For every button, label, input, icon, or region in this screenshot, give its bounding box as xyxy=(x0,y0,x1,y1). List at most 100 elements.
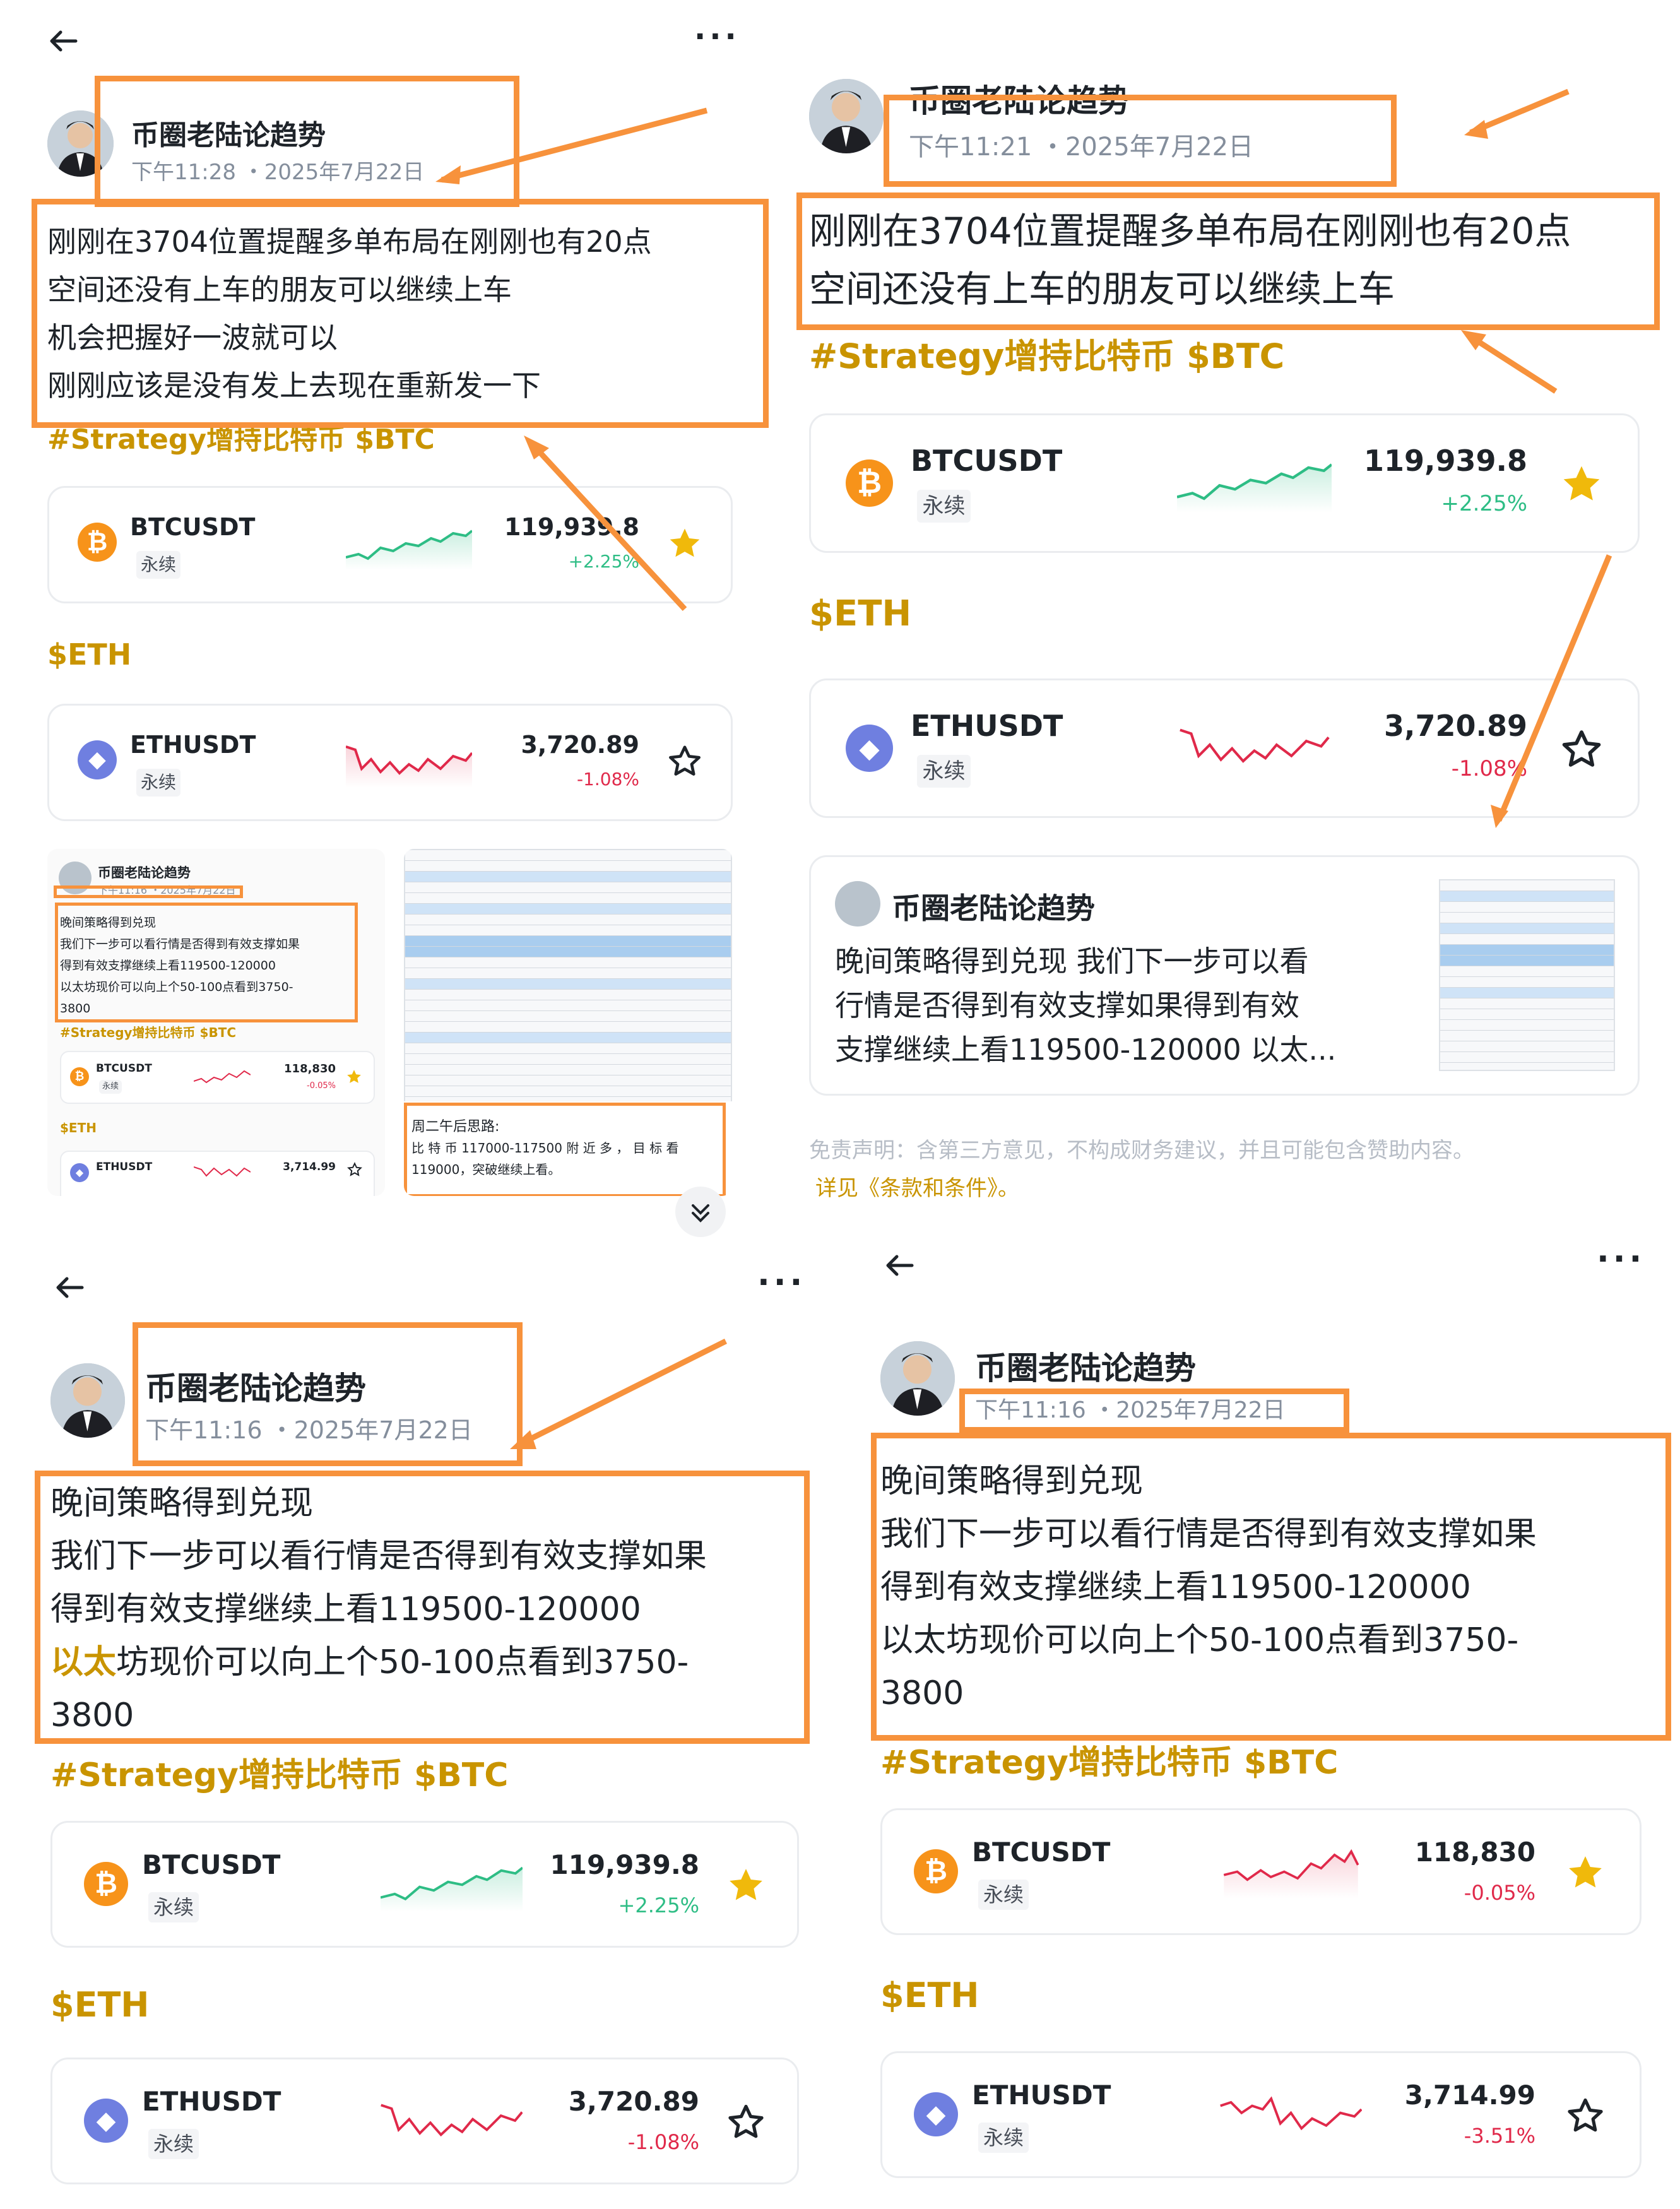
post-time: 下午11:16 ・2025年7月22日 xyxy=(98,884,236,896)
sparkline-chart xyxy=(381,1866,523,1912)
attached-image-sheet[interactable]: 周二午后思路: 比 特 币 117000-117500 附 近 多 ， 目 标 … xyxy=(404,849,732,1196)
eth-coin-icon: ◆ xyxy=(70,1163,89,1182)
ticker-card-eth[interactable]: ◆ ETHUSDT 永续 3,720.89 -1.08% xyxy=(47,704,733,821)
star-icon[interactable] xyxy=(1560,463,1603,506)
more-dots-icon[interactable]: ··· xyxy=(1597,1240,1645,1278)
hashtag-link[interactable]: #Strategy增持比特币 $BTC xyxy=(809,328,1284,378)
ticker-price: 119,939.8 xyxy=(550,1849,699,1880)
post-body-line: 得到有效支撑继续上看119500-120000 xyxy=(60,959,276,973)
sparkline-chart xyxy=(381,2104,523,2137)
back-arrow-icon[interactable] xyxy=(44,22,82,60)
post-body-line: 晚间策略得到兑现 xyxy=(50,1484,314,1522)
star-outline-icon[interactable] xyxy=(1560,728,1603,771)
attached-image-post[interactable]: 币圈老陆论趋势 下午11:16 ・2025年7月22日 晚间策略得到兑现 我们下… xyxy=(47,849,385,1196)
author-name[interactable]: 币圈老陆论趋势 xyxy=(909,76,1130,121)
back-arrow-icon[interactable] xyxy=(880,1247,918,1284)
post-body-line: 刚刚应该是没有发上去现在重新发一下 xyxy=(47,369,541,403)
ticker-card-eth[interactable]: ◆ ETHUSDT 永续 3,720.89 -1.08% xyxy=(50,2058,799,2184)
avatar xyxy=(835,881,880,927)
ticker-type-badge: 永续 xyxy=(917,755,971,788)
ticker-price: 3,714.99 xyxy=(283,1161,336,1173)
eth-coin-icon: ◆ xyxy=(84,2099,128,2143)
post-body-line: 以太坊现价可以向上个50-100点看到3750- xyxy=(60,980,293,994)
post-body-line: 3800 xyxy=(50,1697,134,1734)
ticker-change: -1.08% xyxy=(576,769,639,790)
post-time: 下午11:28 ・2025年7月22日 xyxy=(131,160,425,185)
post-time: 下午11:16 ・2025年7月22日 xyxy=(975,1397,1286,1423)
hashtag-link[interactable]: #Strategy增持比特币 $BTC xyxy=(880,1736,1338,1783)
more-dots-icon[interactable]: ··· xyxy=(757,1264,806,1301)
post-body-line: 我们下一步可以看行情是否得到有效支撑如果 xyxy=(50,1537,707,1575)
eth-coin-icon: ◆ xyxy=(846,725,893,772)
author-name[interactable]: 币圈老陆论趋势 xyxy=(145,1363,366,1409)
post-body-line: 3800 xyxy=(60,1002,91,1016)
eth-coin-icon: ◆ xyxy=(78,740,117,779)
ticker-symbol: ETHUSDT xyxy=(142,2086,281,2117)
star-outline-icon[interactable] xyxy=(667,743,702,779)
terms-link[interactable]: 详见《条款和条件》。 xyxy=(815,1171,1019,1202)
post-body-line: 以太坊现价可以向上个50-100点看到3750- xyxy=(880,1621,1519,1659)
star-outline-icon[interactable] xyxy=(726,2102,766,2141)
post-body-line: 以太坊现价可以向上个50-100点看到3750- xyxy=(50,1643,689,1681)
post-body: 晚间策略得到兑现 我们下一步可以看行情是否得到有效支撑如果 得到有效支撑继续上看… xyxy=(60,912,300,1019)
post-body-line: 刚刚在3704位置提醒多单布局在刚刚也有20点 xyxy=(809,210,1571,252)
hashtag-link[interactable]: #Strategy增持比特币 $BTC xyxy=(50,1748,508,1796)
ticker-card-btc[interactable]: ₿ BTCUSDT 永续 119,939.8 +2.25% xyxy=(809,413,1640,553)
ticker-card-eth[interactable]: ◆ ETHUSDT 永续 3,714.99 -3.51% xyxy=(880,2051,1642,2178)
ticker-type-badge: 永续 xyxy=(99,1080,122,1094)
ticker-price: 3,714.99 xyxy=(1404,2080,1535,2111)
post-body-line: 我们下一步可以看行情是否得到有效支撑如果 xyxy=(880,1515,1537,1553)
btc-coin-icon: ₿ xyxy=(914,1849,958,1893)
star-icon[interactable] xyxy=(726,1866,766,1905)
ticker-change: +2.25% xyxy=(568,551,639,572)
more-dots-icon[interactable]: ··· xyxy=(694,19,740,54)
ticker-price: 3,720.89 xyxy=(521,731,639,759)
star-icon[interactable] xyxy=(667,526,702,561)
ticker-symbol: BTCUSDT xyxy=(911,444,1063,478)
expand-icon[interactable] xyxy=(675,1187,726,1237)
ticker-card-btc[interactable]: ₿ BTCUSDT 永续 119,939.8 +2.25% xyxy=(47,486,733,603)
sparkline-chart xyxy=(1223,1849,1359,1898)
post-body-line: 晚间策略得到兑现 我们下一步可以看 xyxy=(835,944,1309,978)
ticker-card-btc[interactable]: ₿ BTCUSDT 永续 119,939.8 +2.25% xyxy=(50,1821,799,1948)
post-body-line: 空间还没有上车的朋友可以继续上车 xyxy=(809,268,1395,311)
star-outline-icon[interactable] xyxy=(1566,2096,1605,2135)
avatar[interactable] xyxy=(50,1363,125,1438)
avatar[interactable] xyxy=(809,79,884,153)
screenshot-panel-1: ··· 币圈老陆论趋势 下午11:28 ・2025年7月22日 刚刚在3704位… xyxy=(0,0,783,1237)
ticker-type-badge: 永续 xyxy=(136,769,180,797)
eth-tag[interactable]: $ETH xyxy=(880,1975,979,2015)
star-icon[interactable] xyxy=(1566,1853,1605,1892)
ticker-price: 118,830 xyxy=(1414,1837,1535,1868)
ticker-change: -1.08% xyxy=(627,2130,699,2154)
sheet-note-line: 119000，突破继续上看。 xyxy=(411,1162,561,1177)
highlighted-text: 以太 xyxy=(50,1643,117,1681)
author-name[interactable]: 币圈老陆论趋势 xyxy=(131,112,326,153)
ticker-type-badge: 永续 xyxy=(148,1892,199,1922)
ticker-symbol: BTCUSDT xyxy=(972,1837,1111,1868)
post-body-line: 晚间策略得到兑现 xyxy=(60,916,157,930)
sheet-note-title: 周二午后思路: xyxy=(411,1119,500,1135)
quoted-post-card[interactable]: 币圈老陆论趋势 晚间策略得到兑现 我们下一步可以看 行情是否得到有效支撑如果得到… xyxy=(809,855,1640,1096)
eth-tag[interactable]: $ETH xyxy=(47,637,131,672)
hashtag-link[interactable]: #Strategy增持比特币 $BTC xyxy=(47,417,435,457)
eth-tag[interactable]: $ETH xyxy=(809,593,911,634)
author-name[interactable]: 币圈老陆论趋势 xyxy=(975,1343,1196,1389)
ticker-price: 3,720.89 xyxy=(568,2086,699,2117)
btc-coin-icon: ₿ xyxy=(846,459,893,507)
avatar[interactable] xyxy=(880,1341,955,1416)
ticker-card-btc: ₿ BTCUSDT 永续 118,830 -0.05% xyxy=(60,1051,375,1104)
ticker-type-badge: 永续 xyxy=(148,2129,199,2159)
btc-coin-icon: ₿ xyxy=(78,523,117,562)
ticker-card-eth[interactable]: ◆ ETHUSDT 永续 3,720.89 -1.08% xyxy=(809,678,1640,818)
screenshot-panel-4: ··· 币圈老陆论趋势 下午11:16 ・2025年7月22日 晚间策略得到兑现… xyxy=(839,1237,1680,2209)
post-time: 下午11:21 ・2025年7月22日 xyxy=(909,133,1254,162)
eth-tag[interactable]: $ETH xyxy=(50,1985,150,2025)
ticker-card-btc[interactable]: ₿ BTCUSDT 永续 118,830 -0.05% xyxy=(880,1808,1642,1935)
post-time: 下午11:16 ・2025年7月22日 xyxy=(145,1416,473,1444)
avatar[interactable] xyxy=(47,110,114,177)
post-body-line: 机会把握好一波就可以 xyxy=(47,321,338,355)
quoted-author-name: 币圈老陆论趋势 xyxy=(892,891,1095,925)
back-arrow-icon[interactable] xyxy=(50,1269,88,1306)
ticker-change: -0.05% xyxy=(307,1081,336,1091)
